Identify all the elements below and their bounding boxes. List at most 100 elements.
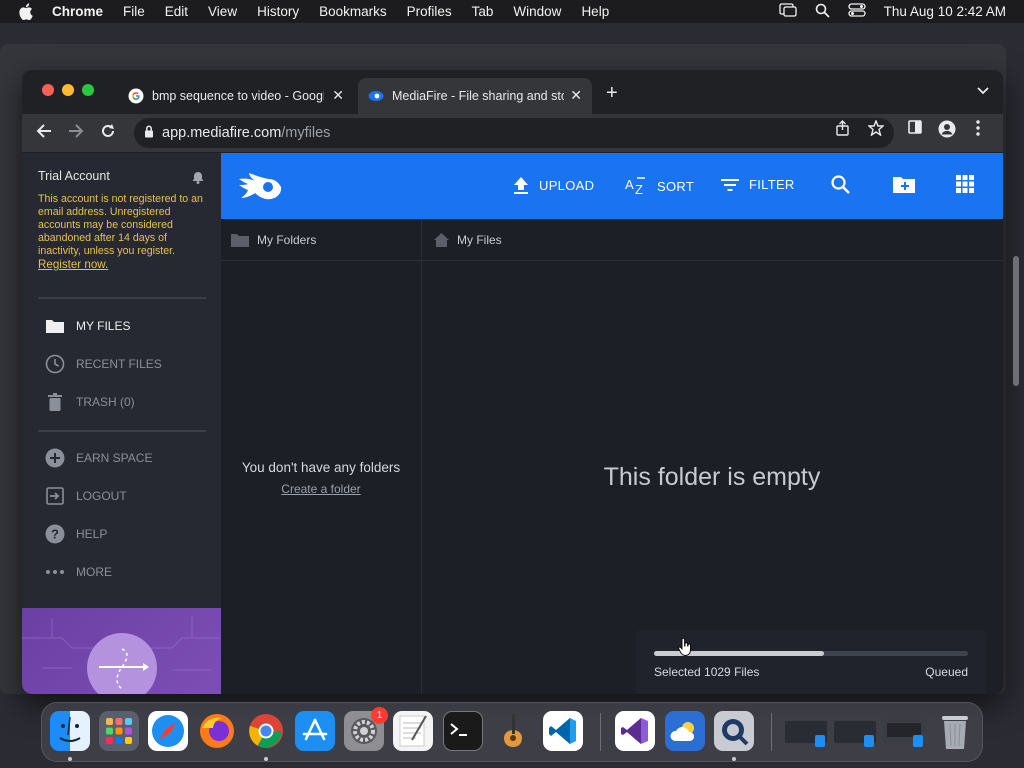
trash-icon[interactable]	[935, 711, 975, 751]
finder-icon[interactable]	[50, 711, 90, 751]
sidebar-item-help[interactable]: ? HELP	[44, 523, 107, 545]
new-folder-icon[interactable]	[893, 175, 915, 198]
menubar-clock[interactable]: Thu Aug 10 2:42 AM	[884, 4, 1006, 19]
screen-mirroring-icon[interactable]	[779, 3, 797, 20]
profile-avatar-icon[interactable]	[938, 120, 956, 142]
menu-window[interactable]: Window	[513, 4, 561, 19]
spotlight-search-icon[interactable]	[815, 3, 830, 21]
folder-icon	[44, 315, 66, 337]
forward-arrow-icon[interactable]	[68, 123, 84, 143]
new-tab-button[interactable]: +	[606, 82, 618, 105]
mediafire-logo-icon[interactable]	[237, 171, 283, 206]
menu-bookmarks[interactable]: Bookmarks	[319, 4, 387, 19]
promo-banner[interactable]	[22, 608, 221, 694]
filter-button[interactable]: FILTER	[721, 177, 795, 192]
sort-button[interactable]: AZ SORT	[625, 177, 694, 195]
back-arrow-icon[interactable]	[36, 123, 52, 143]
arrow-right-icon	[99, 648, 149, 690]
minimized-window-thumbnail[interactable]	[883, 711, 927, 751]
running-indicator	[264, 757, 268, 761]
divider	[38, 297, 206, 299]
sidebar-item-recent-files[interactable]: RECENT FILES	[44, 353, 162, 375]
garageband-icon[interactable]	[493, 711, 533, 751]
sidebar-item-trash[interactable]: TRASH (0)	[44, 391, 135, 413]
tab-mediafire[interactable]: MediaFire - File sharing and storage ✕	[358, 78, 592, 114]
svg-text:Z: Z	[635, 182, 643, 195]
divider	[38, 430, 206, 432]
kebab-menu-icon[interactable]	[976, 120, 980, 140]
sidebar-item-more[interactable]: MORE	[44, 561, 112, 583]
sidebar-item-my-files[interactable]: MY FILES	[44, 315, 130, 337]
filter-label: FILTER	[749, 177, 795, 192]
my-folders-label: My Folders	[257, 232, 317, 247]
tab-close-icon[interactable]: ✕	[332, 87, 344, 104]
menu-history[interactable]: History	[257, 4, 299, 19]
upload-status-text: Selected 1029 Files	[654, 665, 760, 679]
app-store-icon[interactable]	[295, 711, 335, 751]
quicktime-icon[interactable]	[714, 711, 754, 751]
sidebar-item-earn-space[interactable]: EARN SPACE	[44, 447, 152, 469]
more-icon	[44, 561, 66, 583]
search-icon[interactable]	[831, 175, 850, 199]
menu-file[interactable]: File	[123, 4, 145, 19]
sidebar-item-label: HELP	[76, 527, 108, 541]
reload-icon[interactable]	[100, 123, 116, 144]
menu-help[interactable]: Help	[581, 4, 609, 19]
sidebar-item-label: MY FILES	[76, 319, 131, 333]
home-icon[interactable]	[434, 232, 449, 247]
firefox-icon[interactable]	[197, 711, 237, 751]
menu-view[interactable]: View	[208, 4, 237, 19]
launchpad-icon[interactable]	[99, 711, 139, 751]
tab-google-search[interactable]: bmp sequence to video - Google Search ✕	[118, 78, 354, 114]
mediafire-page: Trial Account This account is not regist…	[22, 153, 1003, 694]
apple-icon[interactable]	[18, 3, 38, 20]
control-center-icon[interactable]	[848, 3, 866, 20]
sidebar-item-label: MORE	[76, 565, 112, 579]
mediafire-icon	[368, 91, 384, 101]
url-host: app.mediafire.com	[162, 125, 282, 141]
vscode-icon[interactable]	[543, 711, 583, 751]
address-bar[interactable]: app.mediafire.com/myfiles	[134, 118, 894, 148]
upload-button[interactable]: UPLOAD	[513, 177, 594, 194]
minimized-window-thumbnail[interactable]	[834, 711, 878, 751]
my-folders-header[interactable]: My Folders	[221, 219, 421, 261]
tab-title: MediaFire - File sharing and storage	[392, 89, 564, 103]
lock-icon[interactable]	[144, 125, 154, 142]
side-panel-icon[interactable]	[908, 120, 922, 138]
background-scrollbar[interactable]	[1013, 256, 1019, 386]
minimized-window-thumbnail[interactable]	[785, 711, 829, 751]
sidebar-item-logout[interactable]: LOGOUT	[44, 485, 127, 507]
sort-label: SORT	[657, 178, 695, 194]
window-zoom-button[interactable]	[82, 84, 94, 96]
menu-profiles[interactable]: Profiles	[407, 4, 452, 19]
promo-circle	[87, 633, 157, 694]
textedit-icon[interactable]	[393, 711, 433, 751]
menu-app-name[interactable]: Chrome	[52, 4, 103, 19]
create-folder-link[interactable]: Create a folder	[221, 482, 421, 496]
bell-icon[interactable]	[192, 171, 204, 189]
chevron-down-icon[interactable]	[977, 82, 989, 98]
upload-progress-bar	[654, 651, 968, 656]
chrome-icon[interactable]	[246, 711, 286, 751]
register-link[interactable]: Register now.	[38, 258, 108, 271]
menu-edit[interactable]: Edit	[165, 4, 188, 19]
grid-view-icon[interactable]	[956, 175, 974, 198]
bookmark-star-icon[interactable]	[867, 119, 885, 140]
tab-title: bmp sequence to video - Google Search	[152, 89, 324, 103]
sort-az-icon: AZ	[625, 177, 647, 195]
window-minimize-button[interactable]	[62, 84, 74, 96]
weather-icon[interactable]	[665, 711, 705, 751]
breadcrumb-my-files[interactable]: My Files	[457, 233, 502, 247]
visual-studio-icon[interactable]	[615, 711, 655, 751]
window-close-button[interactable]	[42, 84, 54, 96]
running-indicator	[732, 757, 736, 761]
sidebar-item-label: RECENT FILES	[76, 357, 162, 371]
menu-tab[interactable]: Tab	[472, 4, 494, 19]
sidebar: Trial Account This account is not regist…	[22, 153, 221, 694]
macos-menubar: Chrome File Edit View History Bookmarks …	[0, 0, 1024, 23]
tab-close-icon[interactable]: ✕	[570, 87, 582, 104]
terminal-icon[interactable]	[443, 711, 483, 751]
share-icon[interactable]	[836, 120, 849, 140]
safari-icon[interactable]	[148, 711, 188, 751]
system-settings-icon[interactable]: 1	[344, 707, 388, 751]
